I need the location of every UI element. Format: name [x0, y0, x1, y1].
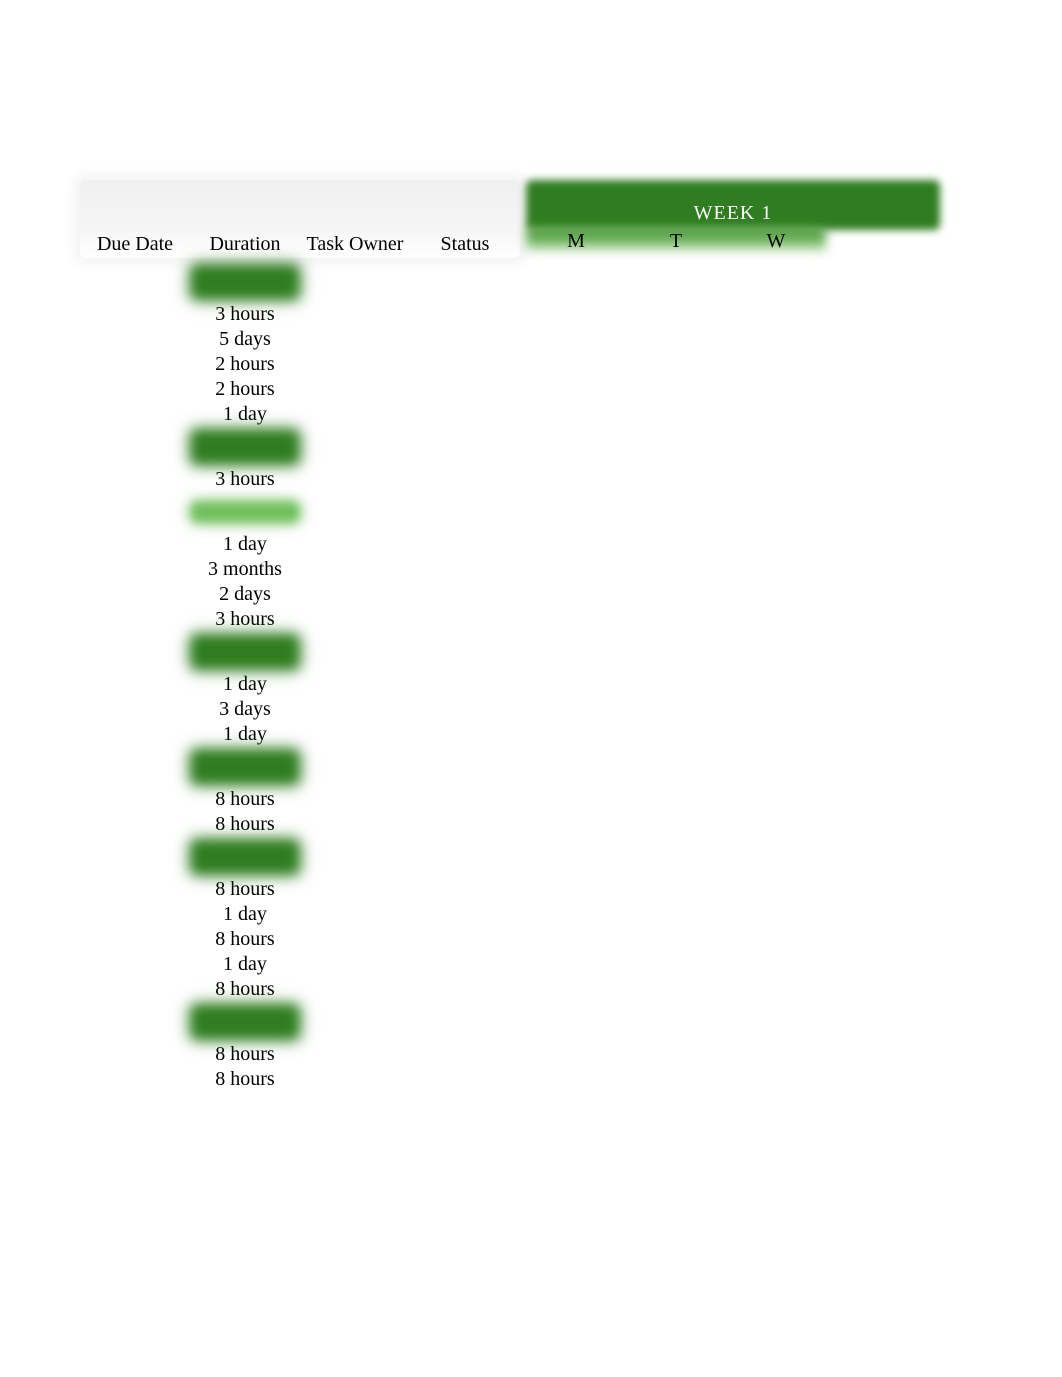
section-block	[190, 634, 300, 670]
rows-container: 3 hours5 days2 hours2 hours1 day3 hours1…	[80, 262, 940, 1092]
cell-duration: 3 months	[190, 558, 300, 581]
task-row: 5 days	[80, 327, 940, 352]
col-header-owner: Task Owner	[300, 233, 410, 258]
cell-duration: 1 day	[190, 673, 300, 696]
cell-duration: 1 day	[190, 903, 300, 926]
task-row: 1 day	[80, 722, 940, 747]
gantt-sheet: Due Date Duration Task Owner Status WEEK…	[80, 180, 940, 1092]
section-block	[190, 429, 300, 465]
cell-duration: 3 hours	[190, 303, 300, 326]
task-row: 2 hours	[80, 352, 940, 377]
cell-duration: 3 hours	[190, 468, 300, 491]
task-row: 8 hours	[80, 1042, 940, 1067]
cell-duration: 1 day	[190, 403, 300, 426]
cell-duration: 2 hours	[190, 378, 300, 401]
task-row: 3 hours	[80, 607, 940, 632]
task-row: 8 hours	[80, 787, 940, 812]
task-row: 1 day	[80, 672, 940, 697]
section-block	[190, 264, 300, 300]
col-header-duration: Duration	[190, 233, 300, 258]
cell-duration: 5 days	[190, 328, 300, 351]
cell-duration: 3 hours	[190, 608, 300, 631]
section-block	[190, 839, 300, 875]
task-row: 1 day	[80, 532, 940, 557]
cell-duration: 8 hours	[190, 1068, 300, 1091]
section-row	[80, 1002, 940, 1042]
task-row: 8 hours	[80, 877, 940, 902]
section-row	[80, 262, 940, 302]
task-row: 3 hours	[80, 302, 940, 327]
cell-duration: 8 hours	[190, 788, 300, 811]
section-block	[190, 749, 300, 785]
day-header: W	[726, 230, 826, 253]
col-header-status: Status	[410, 233, 520, 258]
left-header: Due Date Duration Task Owner Status	[80, 180, 520, 258]
task-row: 3 months	[80, 557, 940, 582]
week-label: WEEK 1	[526, 202, 940, 225]
section-row	[80, 747, 940, 787]
task-row: 1 day	[80, 402, 940, 427]
cell-duration: 8 hours	[190, 813, 300, 836]
cell-duration: 3 days	[190, 698, 300, 721]
task-row: 1 day	[80, 902, 940, 927]
section-row	[80, 632, 940, 672]
task-row: 8 hours	[80, 927, 940, 952]
cell-duration: 8 hours	[190, 878, 300, 901]
cell-duration: 8 hours	[190, 1043, 300, 1066]
task-row: 2 hours	[80, 377, 940, 402]
col-header-due: Due Date	[80, 233, 190, 258]
section-row	[80, 427, 940, 467]
section-row	[80, 492, 940, 532]
section-block	[190, 501, 300, 523]
cell-duration: 1 day	[190, 533, 300, 556]
day-headers: M T W	[526, 230, 940, 253]
section-row	[80, 837, 940, 877]
task-row: 3 hours	[80, 467, 940, 492]
task-row: 2 days	[80, 582, 940, 607]
cell-duration: 2 days	[190, 583, 300, 606]
cell-duration: 8 hours	[190, 928, 300, 951]
header-row: Due Date Duration Task Owner Status WEEK…	[80, 180, 940, 258]
day-header: T	[626, 230, 726, 253]
cell-duration: 2 hours	[190, 353, 300, 376]
cell-duration: 1 day	[190, 723, 300, 746]
section-block	[190, 1004, 300, 1040]
task-row: 8 hours	[80, 812, 940, 837]
task-row: 8 hours	[80, 1067, 940, 1092]
cell-duration: 8 hours	[190, 978, 300, 1001]
task-row: 1 day	[80, 952, 940, 977]
right-header: WEEK 1 M T W	[526, 180, 940, 258]
task-row: 3 days	[80, 697, 940, 722]
day-header: M	[526, 230, 626, 253]
task-row: 8 hours	[80, 977, 940, 1002]
cell-duration: 1 day	[190, 953, 300, 976]
